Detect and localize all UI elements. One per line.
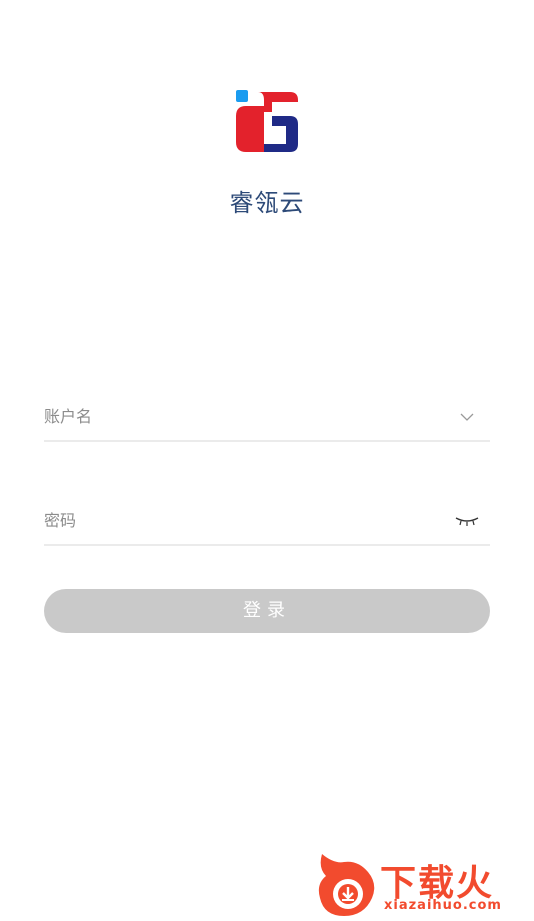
- flame-download-icon: [318, 854, 375, 916]
- watermark: 下载火 xiazaihuo.com: [314, 850, 532, 918]
- account-input[interactable]: [44, 402, 434, 430]
- app-logo: [236, 90, 298, 152]
- password-input[interactable]: [44, 506, 434, 534]
- watermark-url: xiazaihuo.com: [384, 898, 502, 913]
- account-field: [44, 396, 490, 442]
- password-field: [44, 500, 490, 546]
- chevron-down-icon[interactable]: [454, 404, 480, 430]
- eye-closed-icon[interactable]: [454, 508, 480, 534]
- app-name: 睿瓴云: [229, 189, 305, 217]
- login-screen: 睿瓴云 登录 下载火 xiazaihuo.co: [0, 0, 534, 921]
- login-button[interactable]: 登录: [44, 589, 490, 633]
